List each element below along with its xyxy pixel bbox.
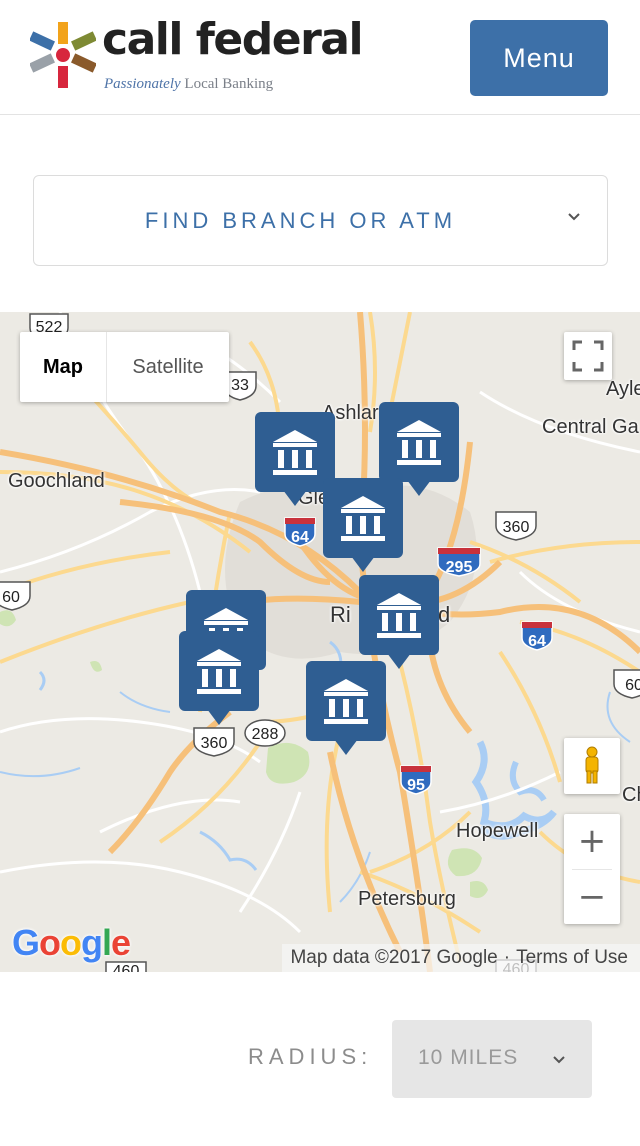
map-attribution: Map data ©2017 Google · Terms of Use [282,944,640,972]
site-header: call federal Passionately Local Banking … [0,0,640,115]
map-type-map-button[interactable]: Map [20,332,107,402]
tagline-emphasis: Passionately [104,76,181,92]
tagline-rest: Local Banking [184,76,274,92]
shield-label: 33 [231,377,249,394]
route-360-shield-icon: 360 [495,511,537,541]
branch-pin-icon[interactable] [359,575,439,670]
branch-pin-icon[interactable] [179,631,259,726]
interstate-64-east-shield-icon: 64 [521,621,553,651]
branch-pin-icon[interactable] [323,478,403,573]
map-data-credit: Map data ©2017 Google [290,947,498,968]
shield-label: 360 [503,519,530,536]
zoom-out-button[interactable]: − [564,870,620,924]
pegman-icon [585,746,599,784]
route-60-east-shield-icon: 60 [613,669,640,699]
chevron-down-icon [568,213,580,221]
road-shields-layer: 522 33 64 295 360 64 360 288 95 60 60 46… [0,313,640,972]
radius-select[interactable]: 10 MILES [392,1020,592,1098]
shield-label: 60 [2,589,20,606]
attribution-separator: · [503,947,511,968]
radius-value: 10 MILES [418,1046,519,1069]
google-logo-letter: o [60,922,82,963]
brand-name: call federal [102,14,364,65]
google-logo-letter: g [81,922,103,963]
zoom-control: + − [564,814,620,924]
chevron-down-icon [553,1056,565,1064]
fullscreen-icon [572,340,604,372]
shield-label: 360 [201,735,228,752]
route-60-west-shield-icon: 60 [0,581,31,611]
street-view-button[interactable] [564,738,620,794]
branch-map[interactable]: Goochland Ashlar Central Ga Ayle Gle Ri … [0,312,640,972]
terms-of-use-link[interactable]: Terms of Use [516,947,628,969]
find-branch-label: FIND BRANCH OR ATM [144,207,457,233]
map-type-control: Map Satellite [20,332,229,402]
find-branch-dropdown[interactable]: FIND BRANCH OR ATM [33,175,608,266]
google-logo-letter: e [111,922,131,963]
radius-label: RADIUS: [248,1044,373,1069]
shield-label: 288 [252,726,279,743]
menu-button[interactable]: Menu [470,20,608,96]
map-type-satellite-button[interactable]: Satellite [107,332,229,402]
branch-pin-icon[interactable] [306,661,386,756]
call-federal-logo-icon[interactable] [30,22,96,88]
interstate-95-shield-icon: 95 [400,765,432,795]
shield-label: 60 [625,677,640,694]
shield-label: 64 [528,633,546,650]
brand-tagline: Passionately Local Banking [104,76,273,93]
interstate-295-shield-icon: 295 [437,547,481,577]
zoom-in-button[interactable]: + [564,814,620,868]
google-logo[interactable]: Google [12,922,131,964]
google-logo-letter: G [12,922,40,963]
route-360-south-shield-icon: 360 [193,727,235,757]
interstate-64-shield-icon: 64 [284,517,316,547]
fullscreen-button[interactable] [564,332,612,380]
google-logo-letter: l [102,922,112,963]
shield-label: 95 [407,777,425,794]
shield-label: 460 [113,963,140,972]
shield-label: 64 [291,529,309,546]
shield-label: 295 [446,559,473,576]
google-logo-letter: o [39,922,61,963]
